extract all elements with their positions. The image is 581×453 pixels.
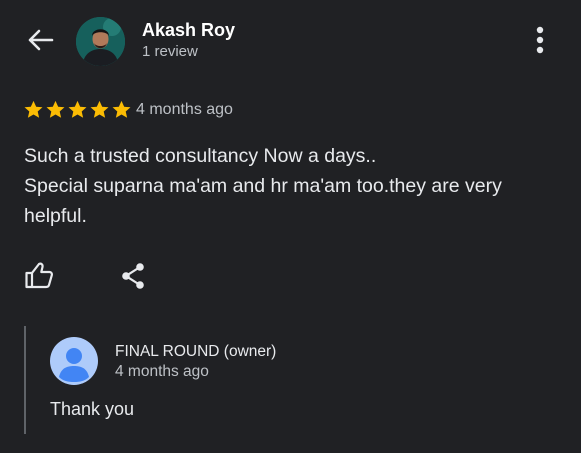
review-text-line: Such a trusted consultancy Now a days.. [24, 145, 377, 167]
owner-response-time: 4 months ago [115, 363, 209, 380]
reviewer-name[interactable]: Akash Roy [142, 20, 235, 41]
star-icon [45, 99, 66, 120]
share-button[interactable] [117, 262, 149, 294]
owner-response-text: Thank you [50, 399, 135, 419]
star-rating [23, 99, 132, 120]
star-icon [23, 99, 44, 120]
share-icon [120, 262, 146, 295]
owner-name: FINAL ROUND (owner) [115, 343, 277, 360]
reviewer-review-count: 1 review [142, 43, 198, 60]
star-icon [111, 99, 132, 120]
like-button[interactable] [22, 260, 56, 294]
thumb-up-icon [24, 261, 54, 294]
owner-response-divider [24, 326, 26, 434]
review-time: 4 months ago [136, 101, 233, 118]
more-options-button[interactable] [528, 26, 552, 58]
owner-avatar [50, 337, 98, 385]
review-text-line: helpful. [24, 205, 87, 227]
review-text: Such a trusted consultancy Now a days.. … [24, 141, 554, 231]
star-icon [67, 99, 88, 120]
person-icon [50, 348, 98, 385]
back-button[interactable] [24, 28, 56, 56]
more-vert-icon [536, 26, 544, 59]
reviewer-avatar[interactable] [76, 17, 125, 66]
star-icon [89, 99, 110, 120]
review-text-line: Special suparna ma'am and hr ma'am too.t… [24, 175, 502, 197]
arrow-left-icon [26, 28, 54, 57]
